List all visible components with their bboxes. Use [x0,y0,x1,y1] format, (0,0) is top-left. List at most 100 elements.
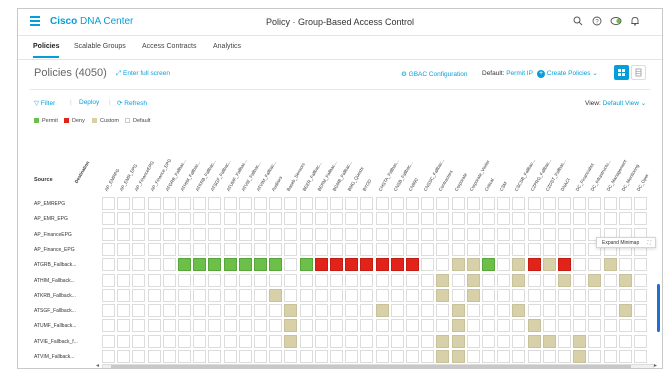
column-label[interactable]: CSM [499,181,508,192]
policy-cell[interactable] [406,319,419,333]
policy-cell[interactable] [254,258,267,272]
policy-cell[interactable] [558,258,571,272]
policy-cell[interactable] [147,197,161,210]
row-label[interactable]: ATKRB_Fallback... [34,293,76,299]
policy-cell[interactable] [254,350,267,363]
policy-cell[interactable] [117,273,131,287]
policy-cell[interactable] [102,258,115,272]
policy-cell[interactable] [451,242,465,256]
policy-cell[interactable] [406,334,419,348]
policy-cell[interactable] [330,212,343,226]
policy-cell[interactable] [634,288,647,302]
policy-cell[interactable] [208,212,222,226]
policy-cell[interactable] [360,242,374,256]
policy-cell[interactable] [451,197,465,210]
policy-cell[interactable] [299,227,313,241]
policy-cell[interactable] [238,334,252,348]
policy-cell[interactable] [330,350,343,363]
policy-cell[interactable] [421,319,435,333]
policy-cell[interactable] [238,212,252,226]
policy-cell[interactable] [162,197,176,210]
policy-cell[interactable] [512,319,526,333]
policy-cell[interactable] [345,288,359,302]
policy-cell[interactable] [634,273,647,287]
policy-cell[interactable] [390,273,404,287]
column-label[interactable]: Contractors [438,169,454,192]
policy-cell[interactable] [102,242,115,256]
policy-cell[interactable] [527,227,541,241]
policy-cell[interactable] [436,227,450,241]
scroll-right-arrow[interactable]: ▸ [654,362,657,368]
policy-cell[interactable] [208,273,222,287]
policy-cell[interactable] [618,319,632,333]
policy-cell[interactable] [178,258,191,272]
policy-cell[interactable] [497,197,511,210]
system-status-icon[interactable] [610,16,622,28]
policy-cell[interactable] [542,212,556,226]
tab-access-contracts[interactable]: Access Contracts [142,43,196,50]
policy-cell[interactable] [634,304,647,318]
policy-cell[interactable] [117,258,131,272]
policy-cell[interactable] [162,288,176,302]
policy-cell[interactable] [223,334,237,348]
policy-cell[interactable] [542,288,556,302]
tab-analytics[interactable]: Analytics [213,43,241,50]
row-label[interactable]: AP_Finance_EPG [34,247,75,253]
policy-cell[interactable] [162,350,176,363]
policy-cell[interactable] [466,258,480,272]
policy-cell[interactable] [132,227,146,241]
policy-cell[interactable] [375,197,389,210]
policy-cell[interactable] [497,350,511,363]
policy-cell[interactable] [193,288,207,302]
policy-cell[interactable] [482,304,495,318]
policy-cell[interactable] [132,273,146,287]
policy-cell[interactable] [269,227,283,241]
policy-cell[interactable] [178,288,191,302]
policy-cell[interactable] [618,197,632,210]
policy-cell[interactable] [345,242,359,256]
policy-cell[interactable] [269,288,283,302]
policy-cell[interactable] [436,288,450,302]
policy-cell[interactable] [208,197,222,210]
policy-cell[interactable] [375,304,389,318]
policy-cell[interactable] [406,227,419,241]
policy-cell[interactable] [542,273,556,287]
policy-cell[interactable] [238,197,252,210]
policy-cell[interactable] [527,197,541,210]
policy-cell[interactable] [132,334,146,348]
policy-cell[interactable] [223,258,237,272]
search-icon[interactable] [572,16,584,28]
policy-cell[interactable] [223,319,237,333]
policy-cell[interactable] [497,288,511,302]
policy-cell[interactable] [254,304,267,318]
grid-view-button[interactable] [614,65,629,80]
policy-cell[interactable] [542,334,556,348]
policy-cell[interactable] [284,334,298,348]
policy-cell[interactable] [254,212,267,226]
policy-cell[interactable] [375,319,389,333]
policy-cell[interactable] [345,334,359,348]
policy-cell[interactable] [573,319,587,333]
policy-cell[interactable] [466,212,480,226]
policy-cell[interactable] [360,288,374,302]
policy-cell[interactable] [117,288,131,302]
policy-cell[interactable] [132,212,146,226]
policy-cell[interactable] [512,212,526,226]
policy-cell[interactable] [193,212,207,226]
policy-cell[interactable] [618,258,632,272]
policy-cell[interactable] [512,197,526,210]
policy-cell[interactable] [314,288,328,302]
policy-cell[interactable] [390,334,404,348]
policy-cell[interactable] [254,334,267,348]
policy-cell[interactable] [132,319,146,333]
policy-cell[interactable] [421,350,435,363]
policy-cell[interactable] [147,242,161,256]
policy-cell[interactable] [634,197,647,210]
policy-cell[interactable] [102,288,115,302]
policy-cell[interactable] [436,258,450,272]
policy-cell[interactable] [497,319,511,333]
policy-cell[interactable] [390,212,404,226]
policy-cell[interactable] [542,350,556,363]
policy-cell[interactable] [360,304,374,318]
policy-cell[interactable] [588,273,602,287]
